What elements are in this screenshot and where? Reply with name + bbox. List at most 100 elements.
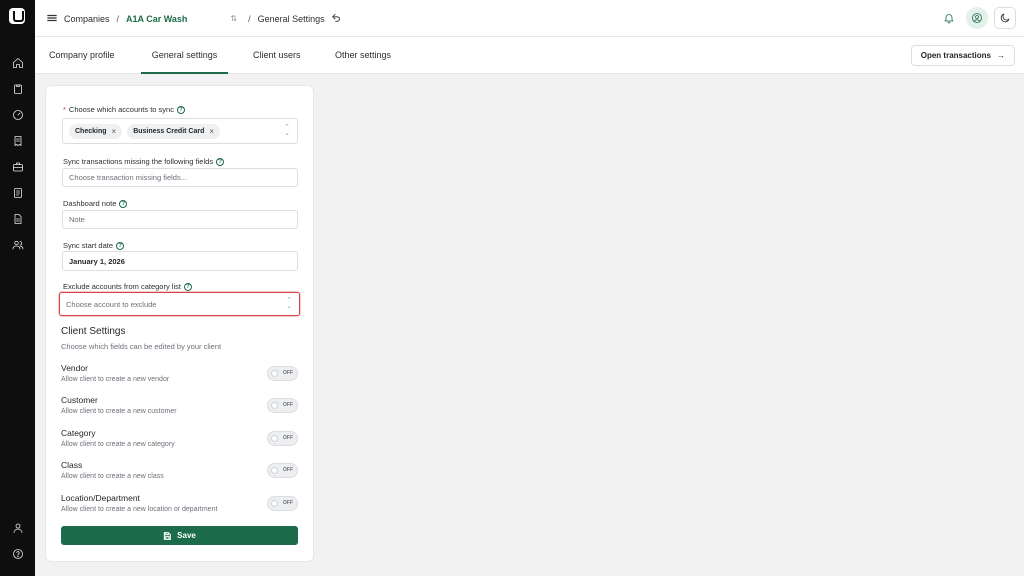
help-icon[interactable]: ? [176, 105, 185, 114]
setting-desc: Allow client to create a new customer [61, 408, 177, 415]
exclude-accounts-placeholder: Choose account to exclude [66, 299, 157, 309]
chip-checking: Checking × [69, 123, 123, 139]
missing-fields-input[interactable]: Choose transaction missing fields... [62, 168, 298, 187]
tab-general-settings[interactable]: General settings [141, 37, 228, 74]
clipboard-icon[interactable] [11, 82, 24, 95]
exclude-accounts-label: Exclude accounts from category list ? [63, 282, 192, 291]
sync-start-date-label: Sync start date ? [63, 241, 125, 250]
breadcrumb: Companies / A1A Car Wash ⇅ / General Set… [47, 0, 341, 37]
theme-toggle-button[interactable] [994, 7, 1016, 29]
moon-icon [1000, 13, 1010, 23]
chip-business-credit-card: Business Credit Card × [127, 123, 221, 139]
company-switcher-icon[interactable]: ⇅ [230, 14, 237, 23]
accounts-sync-label: * Choose which accounts to sync ? [63, 105, 185, 114]
toggle-state: OFF [283, 467, 293, 473]
home-icon[interactable] [11, 56, 24, 69]
breadcrumb-page: General Settings [257, 13, 325, 24]
users-icon[interactable] [11, 238, 24, 251]
setting-location-department: Location/Department Allow client to crea… [61, 493, 298, 517]
sync-start-date-input[interactable]: January 1, 2026 [62, 251, 298, 271]
dashboard-note-label-text: Dashboard note [63, 199, 117, 208]
user-circle-icon [972, 13, 982, 23]
setting-category: Category Allow client to create a new ca… [61, 428, 298, 452]
setting-name: Vendor [61, 363, 88, 373]
breadcrumb-separator: / [248, 13, 251, 24]
chip-remove-icon[interactable]: × [112, 127, 117, 136]
app-logo[interactable] [9, 8, 25, 24]
required-marker: * [63, 105, 66, 114]
toggle-state: OFF [283, 402, 293, 408]
setting-name: Customer [61, 395, 98, 405]
setting-name: Category [61, 428, 96, 438]
client-settings-subtitle: Choose which fields can be edited by you… [61, 342, 222, 351]
left-nav-rail [0, 0, 35, 576]
save-button[interactable]: Save [61, 526, 298, 545]
receipt-icon[interactable] [11, 134, 24, 147]
accounts-sync-select[interactable]: Checking × Business Credit Card × ⌃ ⌄ [62, 118, 298, 144]
open-transactions-button[interactable]: Open transactions → [910, 45, 1015, 66]
chip-label: Business Credit Card [133, 127, 205, 135]
bell-icon [944, 14, 954, 24]
toggle-state: OFF [283, 435, 293, 441]
toggle-state: OFF [283, 370, 293, 376]
notifications-button[interactable] [938, 7, 960, 29]
dashboard-note-label: Dashboard note ? [63, 199, 128, 208]
settings-card: * Choose which accounts to sync ? Checki… [45, 85, 314, 562]
help-icon[interactable]: ? [119, 199, 128, 208]
arrow-right-icon: → [997, 51, 1005, 60]
chevron-updown-icon: ⌃ ⌄ [286, 297, 292, 310]
help-icon[interactable]: ? [116, 241, 125, 250]
save-label: Save [177, 531, 196, 540]
file-text-icon[interactable] [11, 212, 24, 225]
setting-desc: Allow client to create a new category [61, 441, 175, 448]
category-toggle[interactable]: OFF [267, 431, 298, 446]
save-icon [163, 531, 172, 540]
gauge-icon[interactable] [11, 108, 24, 121]
setting-vendor: Vendor Allow client to create a new vend… [61, 363, 298, 387]
chip-label: Checking [75, 127, 107, 135]
briefcase-icon[interactable] [11, 160, 24, 173]
profile-button[interactable] [966, 7, 988, 29]
dashboard-note-input[interactable]: Note [62, 210, 298, 229]
tab-client-users[interactable]: Client users [253, 37, 301, 74]
top-bar: Companies / A1A Car Wash ⇅ / General Set… [35, 0, 1024, 37]
exclude-accounts-select[interactable]: Choose account to exclude ⌃ ⌄ [59, 292, 300, 316]
setting-class: Class Allow client to create a new class… [61, 460, 298, 484]
missing-fields-placeholder: Choose transaction missing fields... [69, 173, 187, 182]
vendor-toggle[interactable]: OFF [267, 366, 298, 381]
setting-desc: Allow client to create a new location or… [61, 506, 218, 513]
tab-company-profile[interactable]: Company profile [49, 37, 115, 74]
setting-desc: Allow client to create a new vendor [61, 376, 170, 383]
setting-name: Location/Department [61, 493, 140, 503]
help-icon[interactable]: ? [216, 157, 225, 166]
user-icon[interactable] [11, 521, 24, 534]
setting-name: Class [61, 460, 83, 470]
dashboard-note-placeholder: Note [69, 215, 85, 224]
tab-other-settings[interactable]: Other settings [335, 37, 391, 74]
breadcrumb-separator: / [116, 13, 120, 24]
sync-start-date-value: January 1, 2026 [69, 256, 125, 266]
chevron-updown-icon: ⌃ ⌄ [284, 124, 290, 137]
document-icon[interactable] [11, 186, 24, 199]
help-icon[interactable] [11, 547, 24, 560]
top-actions [938, 7, 1016, 29]
setting-desc: Allow client to create a new class [61, 473, 164, 480]
customer-toggle[interactable]: OFF [267, 398, 298, 413]
exclude-accounts-label-text: Exclude accounts from category list [63, 282, 181, 291]
sync-start-date-label-text: Sync start date [63, 241, 114, 250]
missing-fields-label: Sync transactions missing the following … [63, 157, 225, 166]
class-toggle[interactable]: OFF [267, 463, 298, 478]
chip-remove-icon[interactable]: × [209, 127, 214, 136]
breadcrumb-companies[interactable]: Companies [64, 14, 110, 24]
tab-bar: Company profile General settings Client … [35, 37, 1024, 74]
location-department-toggle[interactable]: OFF [267, 496, 298, 511]
setting-customer: Customer Allow client to create a new cu… [61, 395, 298, 419]
menu-icon[interactable] [47, 13, 57, 25]
accounts-sync-label-text: Choose which accounts to sync [68, 105, 174, 114]
help-icon[interactable]: ? [183, 282, 192, 291]
toggle-state: OFF [283, 500, 293, 506]
breadcrumb-company[interactable]: A1A Car Wash [126, 14, 187, 24]
undo-icon[interactable] [331, 13, 341, 24]
open-transactions-label: Open transactions [920, 51, 991, 60]
client-settings-title: Client Settings [61, 326, 126, 337]
